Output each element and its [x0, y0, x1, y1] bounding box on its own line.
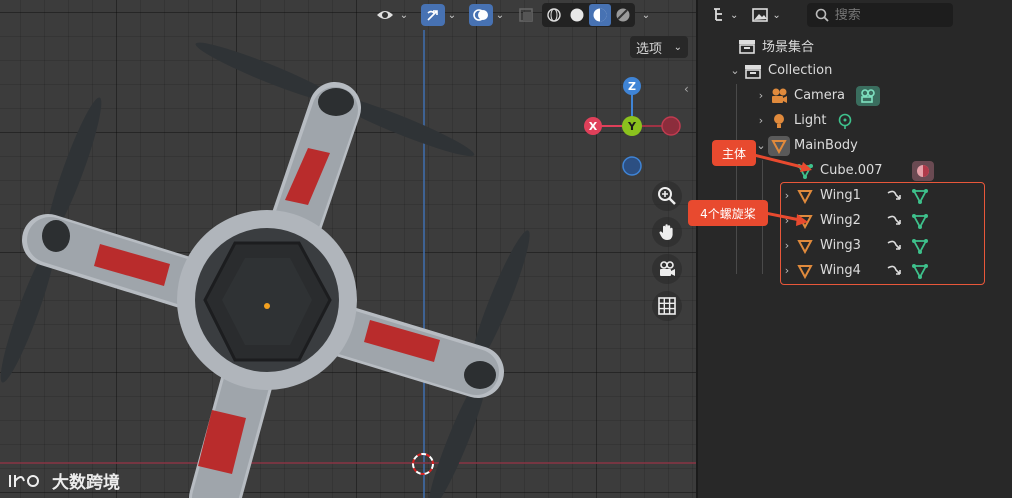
overlay-group[interactable]: ⌄: [466, 3, 510, 27]
chevron-down-icon: ⌄: [673, 41, 682, 53]
gizmo-group[interactable]: ⌄: [418, 3, 462, 27]
zoom-icon: [658, 187, 676, 205]
chevron-left-icon[interactable]: ‹: [684, 82, 689, 96]
zoom-button[interactable]: [652, 181, 682, 211]
mesh-data-icon: [794, 161, 816, 181]
main-body-callout: 主体: [712, 140, 756, 166]
gizmo-arrows-icon[interactable]: [421, 4, 445, 26]
xray-toggle-icon[interactable]: [514, 4, 538, 26]
viewport-header: ⌄ ⌄ ⌄ ⌄: [370, 0, 653, 30]
filter-dropdown[interactable]: ⌄: [748, 3, 784, 27]
chevron-down-icon: ⌄: [730, 9, 739, 21]
outliner-row-mainbody[interactable]: ⌄ MainBody: [754, 133, 868, 158]
search-icon: [815, 8, 829, 22]
scene-collection-icon: [736, 36, 758, 56]
outliner-search[interactable]: [806, 3, 953, 27]
outliner-item-label: MainBody: [794, 138, 858, 153]
outliner-item-label: Collection: [768, 63, 833, 78]
rendered-shading-icon[interactable]: [612, 4, 634, 26]
chevron-right-icon[interactable]: ›: [754, 114, 768, 127]
gizmo-y-label: Y: [627, 120, 637, 133]
hand-icon: [659, 224, 673, 240]
outliner-row-cube007[interactable]: Cube.007: [780, 158, 935, 183]
chevron-down-icon[interactable]: ⌄: [754, 139, 768, 152]
chevron-down-icon[interactable]: ⌄: [728, 64, 742, 77]
light-object-icon: [768, 111, 790, 131]
options-label: 选项: [636, 41, 663, 57]
collection-icon: [742, 61, 764, 81]
material-shading-icon[interactable]: [589, 4, 611, 26]
outliner-item-label: Light: [794, 113, 827, 128]
ortho-toggle-button[interactable]: [652, 291, 682, 321]
camera-data-icon[interactable]: [855, 85, 881, 107]
3d-cursor: [412, 453, 434, 475]
drone-scene[interactable]: Z X Y: [0, 0, 696, 498]
camera-object-icon: [768, 86, 790, 106]
outliner-row-scene-collection[interactable]: 场景集合: [722, 33, 824, 58]
search-input[interactable]: [834, 7, 945, 23]
propellers-highlight-box: [780, 182, 985, 285]
outliner-row-camera[interactable]: › Camera: [754, 83, 881, 108]
grid-icon: [658, 297, 676, 315]
material-icon[interactable]: [911, 160, 935, 182]
watermark-logo-icon: [9, 474, 40, 487]
outliner-item-label: 场景集合: [762, 40, 815, 55]
wireframe-shading-icon[interactable]: [543, 4, 565, 26]
visibility-group[interactable]: ⌄: [370, 3, 414, 27]
light-data-icon[interactable]: [836, 112, 854, 130]
camera-view-button[interactable]: [652, 254, 682, 284]
chevron-right-icon[interactable]: ›: [754, 89, 768, 102]
chevron-down-icon[interactable]: ⌄: [493, 4, 507, 26]
watermark-text: 大数跨境: [52, 473, 120, 493]
chevron-down-icon[interactable]: ⌄: [397, 4, 411, 26]
gizmo-x-label: X: [589, 120, 598, 133]
shading-modes: [542, 3, 635, 27]
options-dropdown[interactable]: 选项 ⌄: [630, 36, 688, 58]
watermark: 大数跨境: [8, 468, 120, 493]
chevron-down-icon: ⌄: [772, 9, 781, 21]
outliner-item-label: Camera: [794, 88, 846, 103]
solid-shading-icon[interactable]: [566, 4, 588, 26]
mesh-object-icon: [768, 135, 790, 156]
pan-button[interactable]: [652, 217, 682, 247]
navigation-gizmo: Z X Y: [584, 77, 681, 176]
3d-viewport[interactable]: Z X Y ⌄ ⌄ ⌄ ⌄ 选项 ⌄ ‹ 大数跨境: [0, 0, 696, 498]
image-icon: [752, 8, 769, 22]
outliner-item-label: Cube.007: [820, 163, 883, 178]
outliner-tree-icon: [714, 8, 722, 21]
camera-icon: [660, 261, 675, 276]
propellers-callout: 4个螺旋桨: [688, 200, 768, 226]
outliner-row-light[interactable]: › Light: [754, 108, 854, 133]
display-mode-dropdown[interactable]: ⌄: [708, 3, 742, 27]
chevron-down-icon[interactable]: ⌄: [445, 4, 459, 26]
overlay-circles-icon[interactable]: [469, 4, 493, 26]
eye-icon[interactable]: [373, 4, 397, 26]
chevron-down-icon[interactable]: ⌄: [639, 4, 653, 26]
outliner-header: ⌄ ⌄: [698, 0, 1012, 30]
outliner-row-collection[interactable]: ⌄ Collection: [728, 58, 842, 83]
gizmo-z-label: Z: [628, 80, 636, 93]
